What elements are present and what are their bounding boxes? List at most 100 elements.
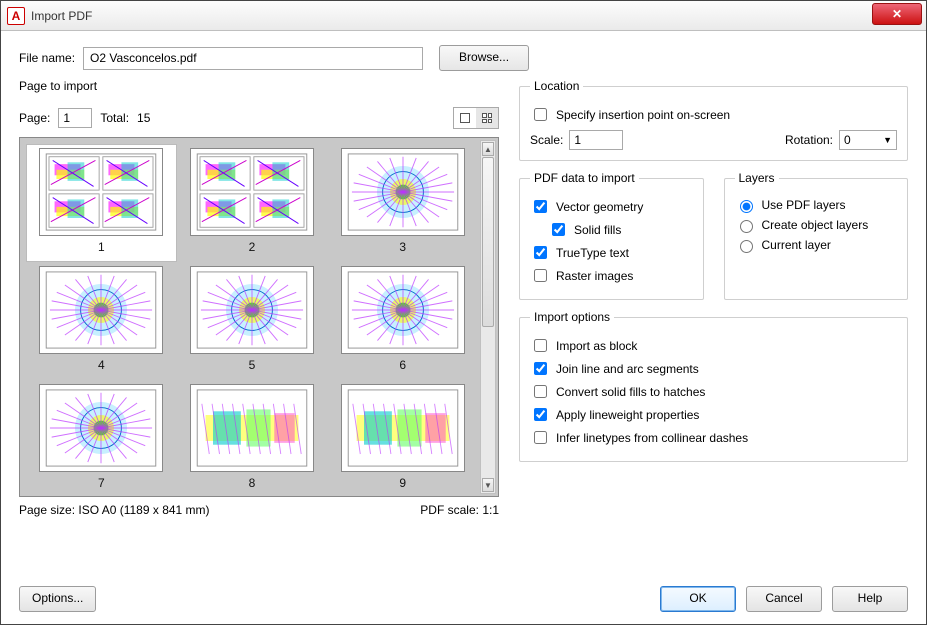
thumbnail-label: 1	[98, 240, 105, 254]
cancel-button[interactable]: Cancel	[746, 586, 822, 612]
app-icon: A	[7, 7, 25, 25]
import-pdf-dialog: A Import PDF ✕ File name: Browse... Page…	[0, 0, 927, 625]
import-as-block-label: Import as block	[556, 339, 637, 353]
thumbnails-grid: 1	[26, 144, 478, 497]
scroll-thumb[interactable]	[482, 157, 494, 327]
thumbnail-page-6[interactable]: 6	[327, 262, 478, 380]
lineweight-label: Apply lineweight properties	[556, 408, 699, 422]
thumbnail-label: 2	[249, 240, 256, 254]
dialog-content: File name: Browse... Page to import Page…	[1, 31, 926, 624]
thumbnail-label: 9	[399, 476, 406, 490]
raster-images-label: Raster images	[556, 269, 633, 283]
view-single-button[interactable]	[454, 108, 476, 128]
specify-insertion-checkbox[interactable]	[534, 108, 547, 121]
rotation-combo[interactable]: 0 ▼	[839, 130, 897, 150]
thumbnail-page-5[interactable]: 5	[177, 262, 328, 380]
thumbnail-page-7[interactable]: 7	[26, 380, 177, 497]
filename-label: File name:	[19, 51, 75, 65]
solid-fills-checkbox[interactable]	[552, 223, 565, 236]
thumbnail-page-9[interactable]: 9	[327, 380, 478, 497]
close-button[interactable]: ✕	[872, 3, 922, 25]
raster-images-checkbox[interactable]	[534, 269, 547, 282]
scroll-down-arrow[interactable]: ▼	[482, 478, 494, 492]
thumbnail-page-4[interactable]: 4	[26, 262, 177, 380]
thumbnail-page-8[interactable]: 8	[177, 380, 328, 497]
import-options-title: Import options	[530, 310, 614, 324]
ok-button[interactable]: OK	[660, 586, 736, 612]
thumbnail-image	[190, 148, 314, 236]
data-layers-row: PDF data to import Vector geometry Solid…	[519, 171, 908, 300]
page-to-import-title: Page to import	[19, 79, 499, 93]
thumbnail-page-2[interactable]: 2	[177, 144, 328, 262]
pdf-scale-label: PDF scale: 1:1	[420, 503, 499, 517]
create-object-layers-label: Create object layers	[762, 218, 869, 232]
infer-linetypes-checkbox[interactable]	[534, 431, 547, 444]
scale-rotation-row: Scale: Rotation: 0 ▼	[530, 130, 897, 150]
lineweight-checkbox[interactable]	[534, 408, 547, 421]
options-button[interactable]: Options...	[19, 586, 96, 612]
thumbnail-image	[341, 384, 465, 472]
current-layer-radio[interactable]	[740, 240, 753, 253]
vector-geometry-checkbox[interactable]	[534, 200, 547, 213]
create-object-layers-radio[interactable]	[740, 220, 753, 233]
join-line-arc-label: Join line and arc segments	[556, 362, 699, 376]
right-column: Location Specify insertion point on-scre…	[519, 79, 908, 578]
thumbnail-label: 6	[399, 358, 406, 372]
total-label: Total:	[100, 111, 129, 125]
thumbnail-image	[190, 384, 314, 472]
join-line-arc-checkbox[interactable]	[534, 362, 547, 375]
import-options-group: Import options Import as block Join line…	[519, 310, 908, 462]
thumbnails-scrollbar[interactable]: ▲ ▼	[480, 140, 496, 494]
use-pdf-layers-label: Use PDF layers	[762, 198, 846, 212]
thumbnail-label: 4	[98, 358, 105, 372]
convert-fills-checkbox[interactable]	[534, 385, 547, 398]
location-group: Location Specify insertion point on-scre…	[519, 79, 908, 161]
scroll-up-arrow[interactable]: ▲	[482, 142, 494, 156]
thumbnail-image	[341, 148, 465, 236]
truetype-label: TrueType text	[556, 246, 629, 260]
layers-title: Layers	[735, 171, 779, 185]
scale-label: Scale:	[530, 133, 563, 147]
specify-insertion-label: Specify insertion point on-screen	[556, 108, 730, 122]
grid-icon	[482, 113, 492, 123]
layers-group: Layers Use PDF layers Create object laye…	[724, 171, 909, 300]
help-button[interactable]: Help	[832, 586, 908, 612]
page-number-input[interactable]	[58, 108, 92, 128]
page-footer-row: Page size: ISO A0 (1189 x 841 mm) PDF sc…	[19, 503, 499, 517]
single-page-icon	[460, 113, 470, 123]
infer-linetypes-label: Infer linetypes from collinear dashes	[556, 431, 748, 445]
rotation-value: 0	[844, 133, 851, 147]
thumbnail-label: 5	[249, 358, 256, 372]
specify-insertion-row: Specify insertion point on-screen	[530, 105, 897, 124]
thumbnail-label: 7	[98, 476, 105, 490]
current-layer-label: Current layer	[762, 238, 831, 252]
pdf-data-group: PDF data to import Vector geometry Solid…	[519, 171, 704, 300]
browse-button[interactable]: Browse...	[439, 45, 529, 71]
view-toggle	[453, 107, 499, 129]
thumbnail-image	[39, 266, 163, 354]
view-grid-button[interactable]	[476, 108, 498, 128]
vector-geometry-label: Vector geometry	[556, 200, 643, 214]
thumbnail-page-3[interactable]: 3	[327, 144, 478, 262]
thumbnail-page-1[interactable]: 1	[26, 144, 177, 262]
thumbnail-image	[190, 266, 314, 354]
window-title: Import PDF	[31, 9, 92, 23]
thumbnail-label: 3	[399, 240, 406, 254]
filename-row: File name: Browse...	[19, 45, 908, 71]
chevron-down-icon: ▼	[883, 135, 892, 145]
import-as-block-checkbox[interactable]	[534, 339, 547, 352]
thumbnail-image	[39, 148, 163, 236]
page-to-import-panel: Page to import Page: Total: 1 5	[19, 79, 499, 578]
filename-input[interactable]	[83, 47, 423, 70]
thumbnail-label: 8	[249, 476, 256, 490]
pdf-data-title: PDF data to import	[530, 171, 639, 185]
close-icon: ✕	[892, 7, 902, 21]
page-size-label: Page size: ISO A0 (1189 x 841 mm)	[19, 503, 210, 517]
location-title: Location	[530, 79, 583, 93]
use-pdf-layers-radio[interactable]	[740, 200, 753, 213]
solid-fills-label: Solid fills	[574, 223, 621, 237]
button-row: Options... OK Cancel Help	[19, 586, 908, 612]
page-label: Page:	[19, 111, 50, 125]
scale-input[interactable]	[569, 130, 623, 150]
truetype-checkbox[interactable]	[534, 246, 547, 259]
